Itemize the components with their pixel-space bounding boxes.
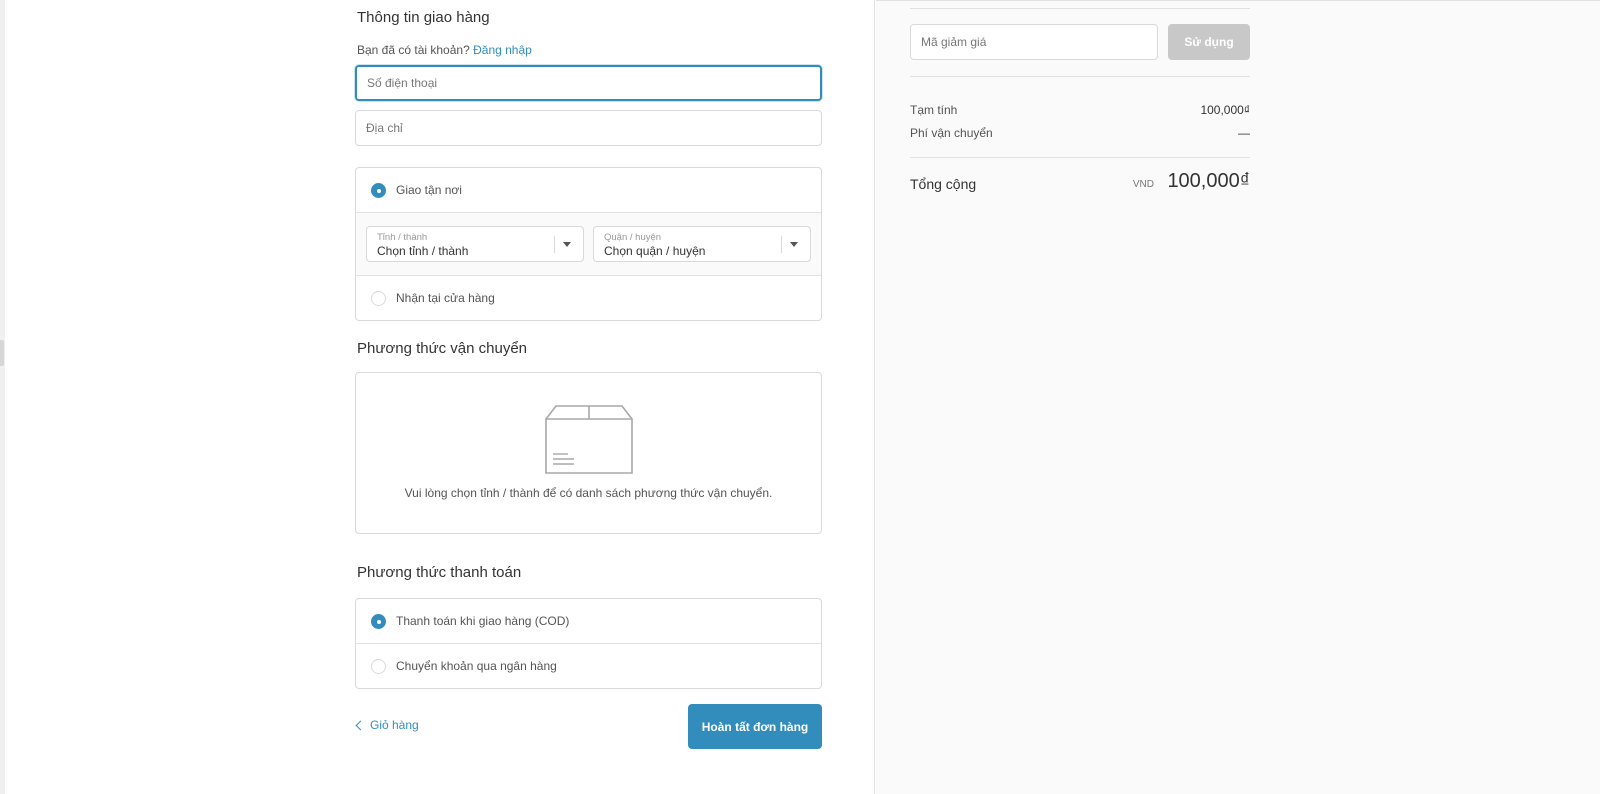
phone-input[interactable] [357,67,820,99]
phone-field[interactable] [355,65,822,101]
package-box-icon [545,405,633,474]
cod-radio[interactable] [371,613,386,629]
shipping-method-box: Vui lòng chọn tỉnh / thành để có danh sá… [355,372,822,534]
shipping-info-title: Thông tin giao hàng [357,9,490,26]
currency-code: VND [1132,179,1154,190]
payment-options: Thanh toán khi giao hàng (COD) Chuyển kh… [355,598,822,689]
total-row: Tổng cộng VND 100,000₫ [910,168,1250,198]
back-to-cart-link[interactable]: Giỏ hàng [355,718,419,732]
shipping-empty-message: Vui lòng chọn tỉnh / thành để có danh sá… [404,486,773,500]
total-label: Tổng cộng [910,176,977,192]
pickup-label: Nhận tại cửa hàng [396,291,495,305]
province-select[interactable]: Tỉnh / thành Chọn tỉnh / thành [366,226,584,262]
delivery-home-radio[interactable] [371,182,386,198]
have-account-text: Bạn đã có tài khoản? [357,43,470,57]
chevron-down-icon[interactable] [790,242,798,247]
shipping-fee-label: Phí vận chuyển [910,126,993,140]
delivery-options: Giao tận nơi Tỉnh / thành Chọn tỉnh / th… [355,167,822,321]
cod-label: Thanh toán khi giao hàng (COD) [396,614,570,628]
complete-order-button[interactable]: Hoàn tất đơn hàng [688,704,822,749]
discount-code-input[interactable] [911,25,1157,59]
summary-top-border [876,0,1600,1]
bank-transfer-label: Chuyển khoản qua ngân hàng [396,659,557,673]
chevron-down-icon[interactable] [563,242,571,247]
delivery-home-label: Giao tận nơi [396,183,462,197]
order-summary-panel [876,0,1600,794]
summary-divider [910,8,1250,9]
shipping-fee-row: Phí vận chuyển — [910,126,1250,140]
address-field[interactable] [355,110,822,146]
total-value: 100,000₫ [1167,170,1250,192]
login-link[interactable]: Đăng nhập [473,43,532,57]
login-prompt: Bạn đã có tài khoản? Đăng nhập [357,43,532,57]
payment-method-title: Phương thức thanh toán [357,564,522,581]
district-label: Quận / huyện [604,232,662,243]
address-input[interactable] [356,111,821,145]
back-to-cart-label: Giỏ hàng [370,718,419,732]
discount-code-field[interactable] [910,24,1158,60]
delivery-option-pickup[interactable]: Nhận tại cửa hàng [356,276,821,320]
district-select[interactable]: Quận / huyện Chọn quận / huyện [593,226,811,262]
delivery-option-home[interactable]: Giao tận nơi [356,168,821,212]
province-value: Chọn tỉnh / thành [377,244,469,258]
left-edge-strip [0,0,5,794]
subtotal-value: 100,000₫ [1200,103,1250,117]
select-separator [554,236,555,253]
apply-discount-button[interactable]: Sử dụng [1168,24,1250,60]
shipping-fee-value: — [1238,126,1250,140]
select-separator [781,236,782,253]
summary-divider [910,157,1250,158]
resize-handle[interactable] [0,340,4,366]
pickup-radio[interactable] [371,290,386,306]
subtotal-row: Tạm tính 100,000₫ [910,103,1250,117]
bank-transfer-radio[interactable] [371,658,386,674]
summary-divider [910,76,1250,77]
shipping-method-title: Phương thức vận chuyển [357,340,528,357]
location-selects: Tỉnh / thành Chọn tỉnh / thành Quận / hu… [356,213,821,275]
payment-option-cod[interactable]: Thanh toán khi giao hàng (COD) [356,599,821,643]
chevron-left-icon [355,720,366,730]
province-label: Tỉnh / thành [377,232,428,243]
subtotal-label: Tạm tính [910,103,958,117]
district-value: Chọn quận / huyện [604,244,706,258]
payment-option-bank[interactable]: Chuyển khoản qua ngân hàng [356,644,821,688]
